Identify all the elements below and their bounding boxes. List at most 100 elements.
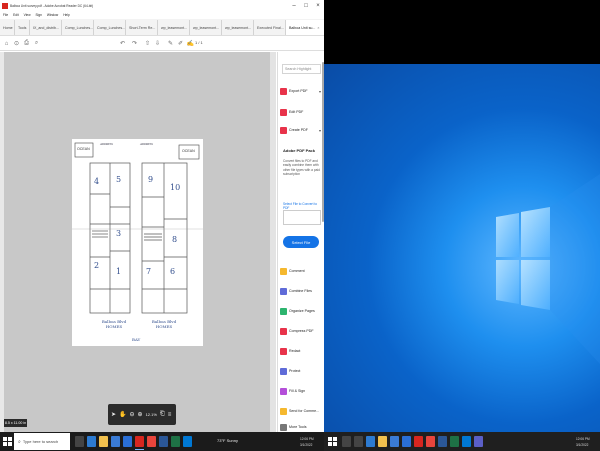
maximize-icon[interactable]: □ — [300, 0, 312, 11]
tab-document[interactable]: wp_leasemont... — [222, 20, 254, 35]
navigation-pane-strip[interactable] — [0, 52, 4, 432]
edge-icon[interactable] — [366, 436, 375, 447]
edit-pdf-tool[interactable]: Edit PDF — [280, 105, 324, 119]
task-view-icon[interactable] — [75, 436, 84, 447]
tool-label: Export PDF — [289, 89, 308, 93]
tab-document[interactable]: wp_leasemont... — [158, 20, 190, 35]
select-cursor-icon[interactable]: ➤ — [111, 411, 116, 418]
weather-widget[interactable]: 73°F Sunny — [217, 438, 238, 443]
tab-document[interactable]: Executed Final... — [254, 20, 286, 35]
minimize-icon[interactable]: – — [288, 0, 300, 11]
teams-icon[interactable] — [474, 436, 483, 447]
hand-tool-icon[interactable]: ✋ — [119, 411, 126, 418]
export-pdf-icon — [280, 87, 287, 95]
unit-number: 9 — [148, 175, 154, 184]
menu-window[interactable]: Window — [47, 13, 58, 17]
tab-document[interactable]: IX_and_distrib... — [30, 20, 62, 35]
menu-more-icon[interactable]: ≡ — [168, 412, 172, 418]
undo-icon[interactable]: ↶ — [118, 39, 127, 48]
desktop[interactable] — [324, 0, 600, 432]
search-icon[interactable]: ⌕ — [32, 39, 41, 48]
convert-to-pdf-link[interactable]: Select File to Convert to PDF — [283, 202, 324, 210]
acrobat-icon[interactable] — [414, 436, 423, 447]
window-title: Balboa Unit survey.pdf - Adobe Acrobat R… — [10, 3, 94, 8]
taskbar-search-box[interactable]: ⌕ Type here to search — [14, 433, 70, 450]
tab-document[interactable]: Short-Term Re... — [126, 20, 158, 35]
create-pdf-icon — [280, 126, 287, 134]
acrobat-icon[interactable] — [135, 436, 144, 447]
chrome-icon[interactable] — [426, 436, 435, 447]
clock-time[interactable]: 12:06 PM — [576, 437, 590, 441]
tool-label: Combine Files — [289, 289, 312, 293]
mail-icon[interactable] — [402, 436, 411, 447]
excel-icon[interactable] — [171, 436, 180, 447]
fit-page-icon[interactable]: ⎗ — [160, 411, 165, 418]
tab-document[interactable]: Comp_Lunches... — [94, 20, 126, 35]
tab-tools[interactable]: Tools — [15, 20, 30, 35]
highlight-icon[interactable]: ✐ — [176, 39, 185, 48]
menu-view[interactable]: View — [24, 13, 31, 17]
zoom-out-icon[interactable]: ⊖ — [130, 411, 135, 418]
chrome-icon[interactable] — [147, 436, 156, 447]
page-up-icon[interactable]: ⇧ — [143, 39, 152, 48]
menu-sign[interactable]: Sign — [36, 13, 42, 17]
excel-icon[interactable] — [450, 436, 459, 447]
windows-start-icon[interactable] — [3, 437, 12, 446]
close-icon[interactable]: × — [312, 0, 324, 11]
menu-help[interactable]: Help — [63, 13, 70, 17]
close-tab-icon[interactable]: × — [317, 26, 319, 30]
tab-document[interactable]: Comp_Lunches... — [62, 20, 94, 35]
task-view-icon[interactable] — [354, 436, 363, 447]
chevron-down-icon[interactable]: ▾ — [319, 128, 321, 133]
search-tools-input[interactable]: Search Highlight — [282, 64, 321, 74]
fill-sign-tool[interactable]: Fill & Sign — [280, 384, 324, 398]
document-scrollbar[interactable] — [270, 52, 276, 432]
clock-date[interactable]: 3/1/2022 — [300, 443, 312, 447]
clock-date[interactable]: 3/1/2022 — [576, 443, 588, 447]
word-icon[interactable] — [159, 436, 168, 447]
outlook-icon[interactable] — [462, 436, 471, 447]
outlook-icon[interactable] — [183, 436, 192, 447]
store-icon[interactable] — [390, 436, 399, 447]
export-pdf-tool[interactable]: Export PDF ▾ — [280, 84, 324, 98]
file-explorer-icon[interactable] — [99, 436, 108, 447]
tab-active-document[interactable]: Balboa Unit su... × — [286, 20, 324, 35]
pdf-page[interactable]: OCEAN OCEAN ADDRESS ADDRESS 4 5 3 2 1 9 … — [72, 139, 203, 346]
zoom-level[interactable]: 12.1% — [146, 412, 157, 417]
edge-icon[interactable] — [87, 436, 96, 447]
file-explorer-icon[interactable] — [378, 436, 387, 447]
word-icon[interactable] — [438, 436, 447, 447]
mail-icon[interactable] — [123, 436, 132, 447]
comment-icon[interactable]: ✎ — [166, 39, 175, 48]
menu-edit[interactable]: Edit — [13, 13, 19, 17]
page-down-icon[interactable]: ⇩ — [153, 39, 162, 48]
comment-tool[interactable]: Comment — [280, 264, 324, 278]
menu-file[interactable]: File — [3, 13, 8, 17]
page-indicator[interactable]: 1 / 1 — [195, 40, 203, 45]
store-icon[interactable] — [111, 436, 120, 447]
clock-time[interactable]: 12:06 PM — [300, 437, 314, 441]
save-icon[interactable]: ⌂ — [2, 39, 11, 48]
create-pdf-tool[interactable]: Create PDF ▾ — [280, 123, 324, 137]
file-drop-field[interactable] — [283, 210, 321, 225]
select-file-button[interactable]: Select File — [283, 236, 319, 248]
redo-icon[interactable]: ↷ — [130, 39, 139, 48]
upload-icon[interactable]: ⊙ — [12, 39, 21, 48]
protect-tool[interactable]: Protect — [280, 364, 324, 378]
send-for-comments-tool[interactable]: Send for Comme... — [280, 404, 324, 418]
tab-document[interactable]: wp_leasemont... — [190, 20, 222, 35]
tab-home[interactable]: Home — [0, 20, 15, 35]
chevron-down-icon[interactable]: ▾ — [319, 89, 321, 94]
print-icon[interactable]: ⎙ — [22, 39, 31, 48]
redact-tool[interactable]: Redact — [280, 344, 324, 358]
more-tools[interactable]: More Tools — [280, 420, 324, 432]
draw-icon[interactable]: ✍ — [186, 39, 195, 48]
search-icon[interactable] — [342, 436, 351, 447]
windows-start-icon[interactable] — [328, 437, 337, 446]
compress-pdf-tool[interactable]: Compress PDF — [280, 324, 324, 338]
combine-files-tool[interactable]: Combine Files — [280, 284, 324, 298]
organize-pages-tool[interactable]: Organize Pages — [280, 304, 324, 318]
toolbar: ⌂ ⊙ ⎙ ⌕ ↶ ↷ ⇧ ⇩ ✎ ✐ ✍ 1 / 1 — [0, 36, 324, 51]
zoom-in-icon[interactable]: ⊕ — [138, 411, 143, 418]
compress-pdf-icon — [280, 327, 287, 335]
